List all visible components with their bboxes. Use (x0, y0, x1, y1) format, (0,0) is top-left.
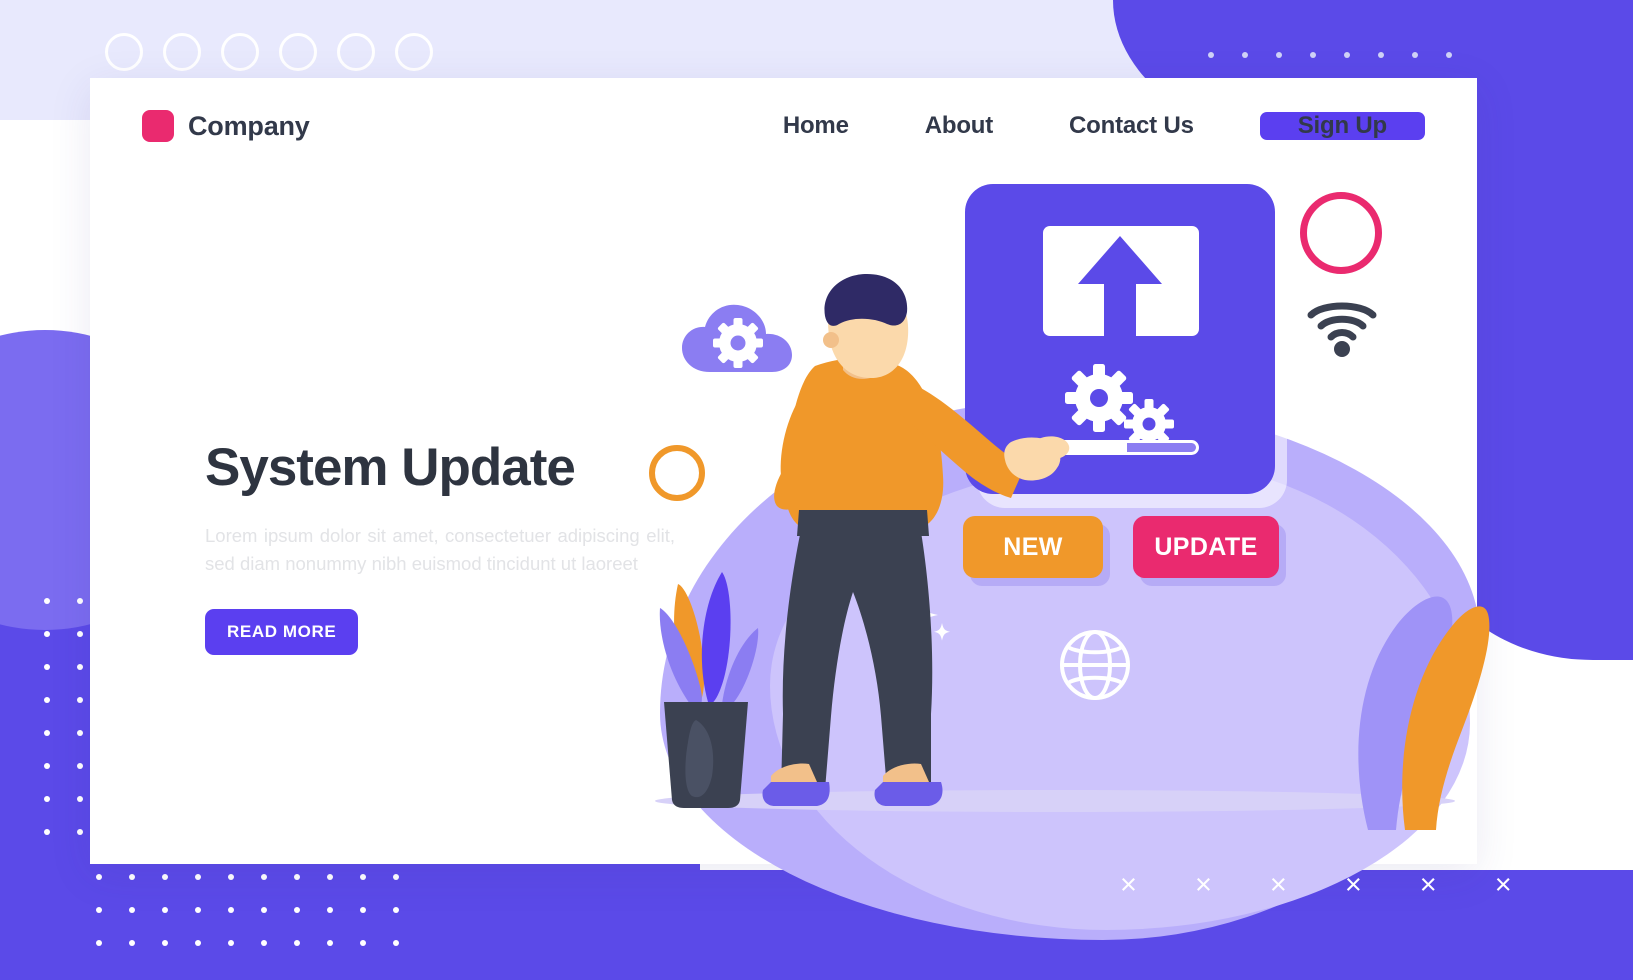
hero-illustration: NEW UPDATE (600, 130, 1490, 940)
x-mark-icon: × (1194, 869, 1212, 901)
brand-logo[interactable]: Company (142, 110, 310, 142)
window-control-dots (105, 33, 433, 71)
window-dot (105, 33, 143, 71)
window-dot (163, 33, 201, 71)
brand-name: Company (188, 110, 310, 141)
circle-outline-pink-icon (1300, 192, 1382, 274)
x-mark-icon: × (1269, 869, 1287, 901)
window-dot (221, 33, 259, 71)
x-mark-icon: × (1494, 869, 1512, 901)
window-dot (395, 33, 433, 71)
circle-outline-orange-icon (649, 445, 705, 501)
read-more-button[interactable]: READ MORE (205, 608, 359, 655)
logo-square-icon (142, 110, 174, 142)
wifi-icon (1305, 295, 1379, 362)
x-mark-icon: × (1419, 869, 1437, 901)
update-button[interactable]: UPDATE (1133, 516, 1279, 578)
landing-page: Company Home About Contact Us Sign Up Sy… (0, 0, 1633, 980)
x-mark-icon: × (1344, 869, 1362, 901)
x-mark-row: × × × × × × (1120, 871, 1512, 900)
x-mark-icon: × (1120, 869, 1137, 901)
new-button[interactable]: NEW (963, 516, 1103, 578)
upload-arrow-icon (1078, 236, 1162, 354)
window-dot (279, 33, 317, 71)
window-dot (337, 33, 375, 71)
